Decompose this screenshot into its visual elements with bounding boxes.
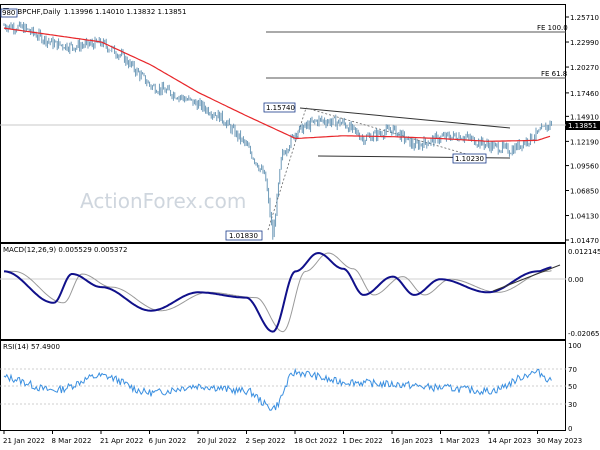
price-axis-label: 1.04130 [570, 213, 599, 221]
time-axis-label: 18 Oct 2022 [294, 437, 337, 445]
watermark: ActionForex.com [80, 189, 246, 213]
rsi-title: RSI(14) 57.4900 [3, 343, 60, 351]
symbol-timeframe: GBPCHF,Daily [12, 8, 61, 16]
rsi-axis-0: 0 [568, 425, 572, 433]
price-axis-label: 1.06850 [570, 188, 599, 196]
price-axis-label: 1.01470 [570, 237, 599, 245]
macd-title: MACD(12,26,9) 0.005529 0.005372 [3, 246, 127, 254]
fe-61-label: FE 61.8 [541, 70, 567, 78]
time-axis-label: 1 Mar 2023 [440, 437, 480, 445]
rsi-axis-50: 50 [568, 383, 577, 391]
chart-canvas[interactable]: ActionForex.com GBPCHF,Daily 1.13996 1.1… [0, 0, 600, 450]
time-axis-label: 30 May 2023 [537, 437, 583, 445]
price-axis-label: 1.17460 [570, 90, 599, 98]
time-axis-label: 8 Mar 2022 [52, 437, 92, 445]
rsi-axis-70: 70 [568, 366, 577, 374]
time-axis-label: 2 Sep 2022 [246, 437, 286, 445]
top-left-tag: 980 [0, 8, 18, 18]
macd-axis-zero: 0.00 [568, 276, 584, 284]
time-axis-label: 16 Jan 2023 [391, 437, 433, 445]
current-price-tag-label: 1.13851 [568, 122, 597, 130]
high-annotation: 1.15740 [263, 102, 296, 113]
top-left-tag-label: 980 [2, 9, 15, 17]
time-axis-label: 20 Jul 2022 [197, 437, 237, 445]
price-axis-label: 1.09560 [570, 163, 599, 171]
mid-low-label: 1.10230 [455, 155, 484, 163]
price-axis-label: 1.22990 [570, 39, 599, 47]
rsi-axis-30: 30 [568, 401, 577, 409]
time-axis-label: 1 Dec 2022 [343, 437, 383, 445]
time-axis-label: 14 Apr 2023 [488, 437, 531, 445]
ohlc-values: 1.13996 1.14010 1.13832 1.13851 [64, 8, 186, 16]
low-label: 1.01830 [229, 232, 258, 240]
price-axis-label: 1.20270 [570, 64, 599, 72]
price-axis-label: 1.12190 [570, 138, 599, 146]
fe-100-label: FE 100.0 [537, 24, 568, 32]
price-axis-label: 1.25710 [570, 14, 599, 22]
time-axis-label: 21 Apr 2022 [100, 437, 143, 445]
high-label: 1.15740 [266, 104, 295, 112]
rsi-axis-100: 100 [568, 342, 581, 350]
time-axis-label: 6 Jun 2022 [149, 437, 187, 445]
macd-axis-top: 0.012145 [568, 248, 600, 256]
macd-axis-bottom: -0.020656 [568, 330, 600, 338]
mid-low-annotation: 1.10230 [452, 153, 487, 164]
price-axis-label: 1.14910 [570, 113, 599, 121]
time-axis-label: 21 Jan 2022 [3, 437, 45, 445]
low-annotation: 1.01830 [225, 230, 263, 241]
